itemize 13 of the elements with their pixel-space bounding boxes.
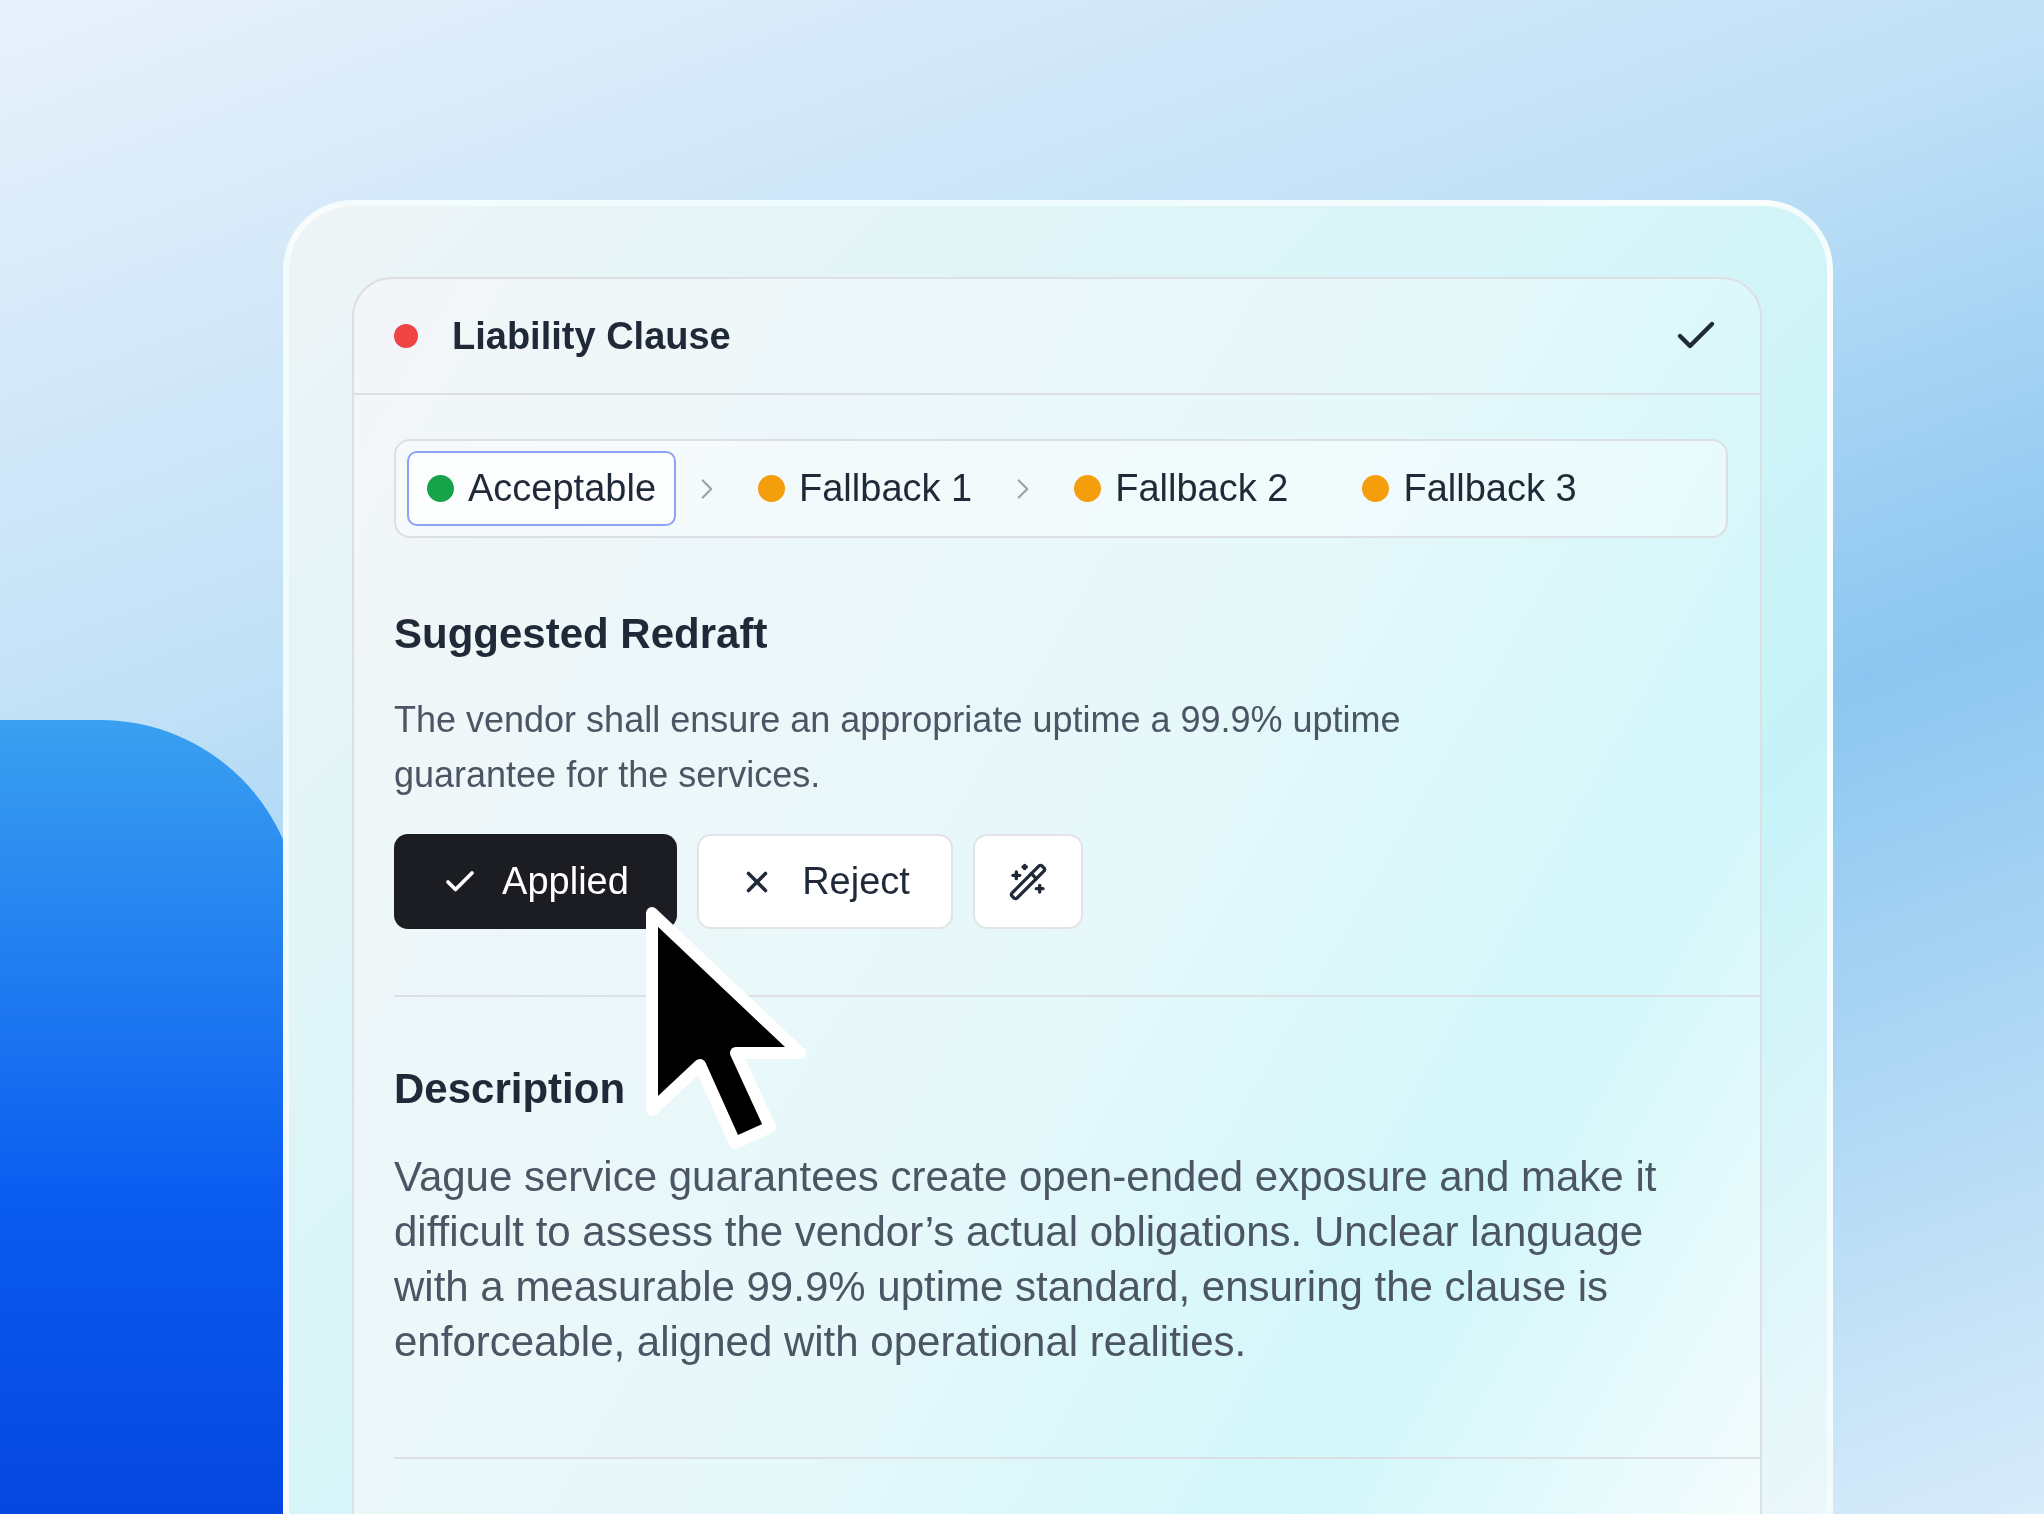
option-tab[interactable]: Acceptable xyxy=(407,451,676,526)
reject-button[interactable]: Reject xyxy=(697,834,953,929)
magic-wand-icon xyxy=(1008,861,1048,902)
section-heading: Suggested Redraft xyxy=(394,609,769,659)
applied-button[interactable]: Applied xyxy=(394,834,677,929)
option-tab[interactable]: Fallback 3 xyxy=(1342,451,1597,526)
section-heading: Description xyxy=(394,1064,627,1114)
option-tab[interactable]: Fallback 2 xyxy=(1054,451,1309,526)
clause-title: Liability Clause xyxy=(452,313,731,359)
redraft-text: The vendor shall ensure an appropriate uptime a 99.9% uptime guarantee for the services. xyxy=(394,698,1402,797)
option-tab[interactable]: Fallback 1 xyxy=(738,451,993,526)
magic-wand-button[interactable] xyxy=(973,834,1083,929)
description-text: Vague service guarantees create open-ended exposure and make it difficult to assess the vendor’s actual obligations. Unclear language with a measurable 99.9% uptime standard, ensuring the clause is enforceable, aligned with operational realities. xyxy=(394,1152,1658,1367)
